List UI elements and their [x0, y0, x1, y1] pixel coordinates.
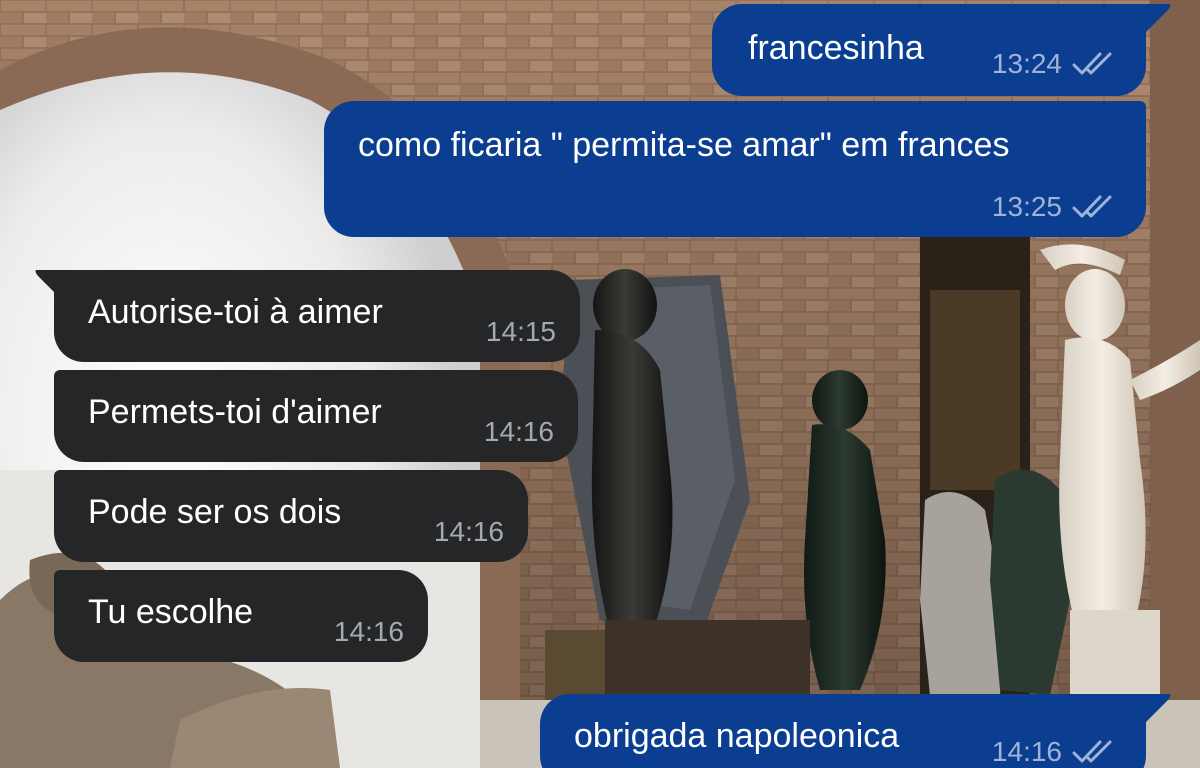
- message-text: Permets-toi d'aimer: [88, 393, 382, 431]
- incoming-message-bubble[interactable]: Tu escolhe 14:16: [54, 570, 428, 662]
- double-check-icon: [1072, 195, 1112, 218]
- incoming-message-bubble[interactable]: Autorise-toi à aimer 14:15: [54, 270, 580, 362]
- outgoing-message-bubble[interactable]: como ficaria " permita-se amar" em franc…: [324, 101, 1146, 237]
- message-meta: 14:16: [992, 736, 1120, 768]
- message-text: como ficaria " permita-se amar" em franc…: [358, 126, 1010, 164]
- message-meta: 14:16: [334, 616, 404, 648]
- message-meta: 14:15: [486, 316, 556, 348]
- message-time: 14:15: [485, 316, 556, 347]
- double-check-icon: [1072, 52, 1112, 75]
- double-check-icon: [1072, 740, 1112, 763]
- message-time: 14:16: [991, 736, 1062, 767]
- chat-screen: francesinha 13:24 como ficaria " permita…: [0, 0, 1200, 768]
- message-time: 13:24: [991, 48, 1062, 79]
- message-text: Autorise-toi à aimer: [88, 293, 383, 331]
- outgoing-message-bubble[interactable]: obrigada napoleonica 14:16: [540, 694, 1146, 768]
- bubble-tail: [1136, 4, 1171, 32]
- message-time: 13:25: [991, 191, 1062, 222]
- message-time: 14:16: [483, 416, 554, 447]
- bubble-tail: [35, 270, 70, 298]
- message-text: Pode ser os dois: [88, 493, 342, 531]
- incoming-message-bubble[interactable]: Pode ser os dois 14:16: [54, 470, 528, 562]
- message-time: 14:16: [433, 516, 504, 547]
- bubble-tail: [1136, 694, 1171, 722]
- message-meta: 13:24: [992, 48, 1120, 80]
- message-text: Tu escolhe: [88, 593, 254, 631]
- message-text: francesinha: [748, 29, 924, 67]
- message-text: obrigada napoleonica: [574, 717, 900, 755]
- outgoing-message-bubble[interactable]: francesinha 13:24: [712, 4, 1146, 96]
- message-meta: 13:25: [992, 191, 1120, 223]
- message-meta: 14:16: [434, 516, 504, 548]
- message-time: 14:16: [333, 616, 404, 647]
- incoming-message-bubble[interactable]: Permets-toi d'aimer 14:16: [54, 370, 578, 462]
- message-meta: 14:16: [484, 416, 554, 448]
